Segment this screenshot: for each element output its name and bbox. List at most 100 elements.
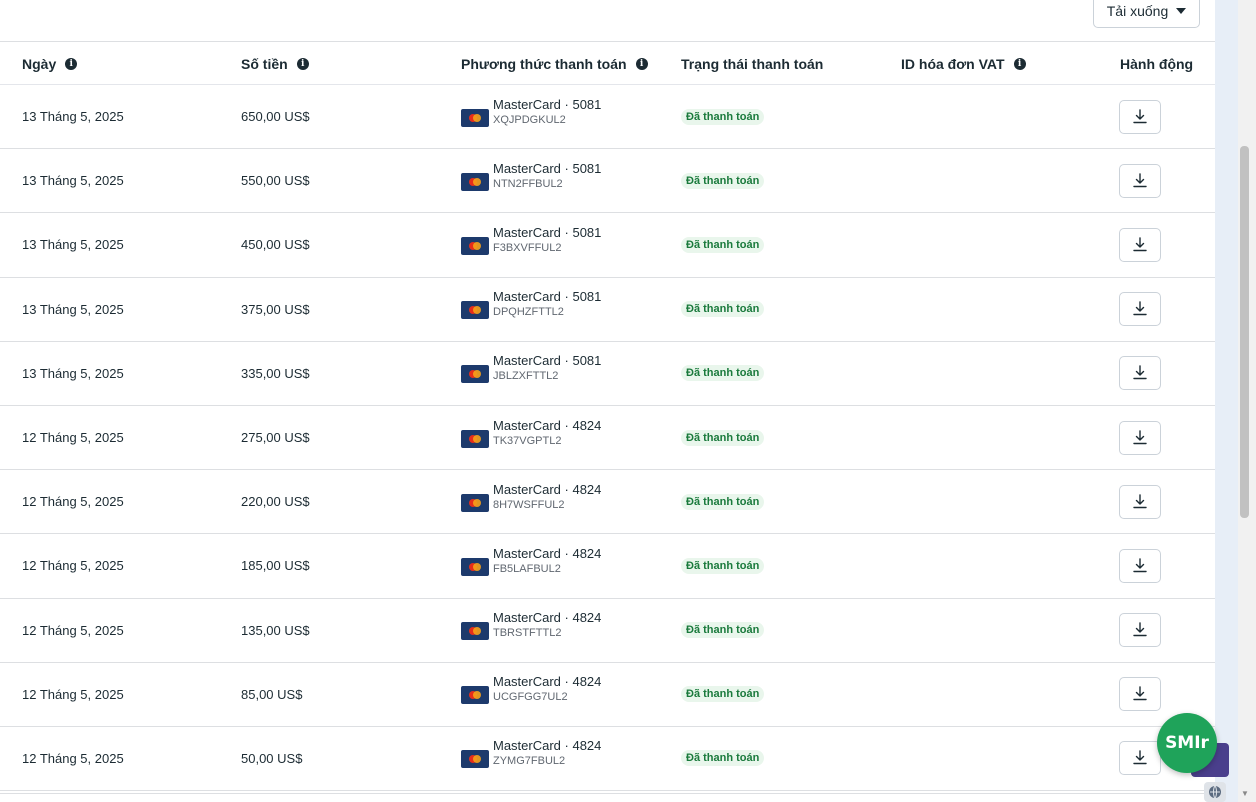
mastercard-icon (461, 493, 489, 512)
status-badge: Đã thanh toán (681, 622, 765, 639)
row-date: 12 Tháng 5, 2025 (22, 750, 124, 766)
card-name: MasterCard · 4824 (493, 738, 602, 754)
payment-text: MasterCard · 5081 XQJPDGKUL2 (493, 97, 601, 127)
row-payment-method: MasterCard · 4824 FB5LAFBUL2 (461, 534, 601, 597)
table-row: 12 Tháng 5, 2025 135,00 US$ MasterCard ·… (0, 599, 1215, 663)
header-amount[interactable]: Số tiền i (241, 43, 309, 85)
transaction-code: FB5LAFBUL2 (493, 562, 561, 575)
transaction-code: UCGFGG7UL2 (493, 691, 568, 704)
row-status: Đã thanh toán (681, 470, 765, 533)
header-payment-method[interactable]: Phương thức thanh toán i (461, 43, 648, 85)
row-date: 12 Tháng 5, 2025 (22, 622, 124, 638)
row-amount: 185,00 US$ (241, 558, 310, 574)
row-status: Đã thanh toán (681, 342, 765, 405)
info-icon[interactable]: i (1013, 58, 1026, 70)
card-name: MasterCard · 5081 (493, 224, 602, 240)
row-payment-method: MasterCard · 5081 XQJPDGKUL2 (461, 85, 601, 148)
table-row: 13 Tháng 5, 2025 550,00 US$ MasterCard ·… (0, 149, 1215, 214)
row-date: 12 Tháng 5, 2025 (22, 494, 124, 510)
transaction-code: DPQHZFTTL2 (493, 306, 564, 319)
table-header: Ngày i Số tiền i Phương thức thanh toán … (0, 43, 1215, 85)
card-name: MasterCard · 4824 (493, 545, 602, 561)
row-amount: 220,00 US$ (241, 494, 310, 510)
row-status: Đã thanh toán (681, 406, 765, 469)
row-date: 12 Tháng 5, 2025 (22, 686, 124, 702)
payment-text: MasterCard · 4824 TBRSTFTTL2 (493, 610, 601, 640)
row-date: 13 Tháng 5, 2025 (22, 301, 124, 317)
row-action (1119, 85, 1161, 148)
download-invoice-button[interactable] (1119, 420, 1161, 455)
row-status: Đã thanh toán (681, 85, 765, 148)
download-invoice-button[interactable] (1119, 677, 1161, 712)
download-invoice-button[interactable] (1119, 741, 1161, 776)
download-invoice-button[interactable] (1119, 548, 1161, 583)
scroll-down-arrow-icon[interactable]: ▼ (1241, 789, 1249, 798)
card-name: MasterCard · 4824 (493, 674, 602, 690)
download-invoice-button[interactable] (1119, 163, 1161, 198)
header-status: Trạng thái thanh toán (681, 43, 823, 85)
row-amount: 335,00 US$ (241, 365, 310, 381)
row-action (1119, 470, 1161, 533)
row-status: Đã thanh toán (681, 534, 765, 597)
row-date: 13 Tháng 5, 2025 (22, 109, 124, 125)
card-name: MasterCard · 4824 (493, 481, 602, 497)
payment-text: MasterCard · 4824 FB5LAFBUL2 (493, 546, 601, 576)
download-icon (1133, 173, 1147, 187)
mastercard-icon (461, 429, 489, 448)
row-action (1119, 149, 1161, 212)
smir-label: SMIr (1165, 733, 1209, 753)
status-badge: Đã thanh toán (681, 750, 765, 767)
table-footer-edge (0, 793, 1215, 802)
row-action (1119, 599, 1161, 662)
download-invoice-button[interactable] (1119, 292, 1161, 327)
status-badge: Đã thanh toán (681, 172, 765, 189)
info-icon[interactable]: i (296, 58, 309, 70)
status-badge: Đã thanh toán (681, 686, 765, 703)
mastercard-icon (461, 750, 489, 769)
download-invoice-button[interactable] (1119, 99, 1161, 134)
download-invoice-button[interactable] (1119, 227, 1161, 262)
status-badge: Đã thanh toán (681, 493, 765, 510)
row-payment-method: MasterCard · 4824 ZYMG7FBUL2 (461, 727, 601, 790)
transaction-code: XQJPDGKUL2 (493, 113, 566, 126)
row-payment-method: MasterCard · 5081 NTN2FFBUL2 (461, 149, 601, 212)
status-badge: Đã thanh toán (681, 365, 765, 382)
download-icon (1133, 301, 1147, 316)
row-action (1119, 727, 1161, 790)
row-status: Đã thanh toán (681, 278, 765, 341)
download-icon (1133, 622, 1147, 637)
row-amount: 650,00 US$ (241, 109, 310, 125)
info-icon[interactable]: i (65, 58, 78, 70)
row-amount: 50,00 US$ (241, 750, 303, 766)
table-row: 12 Tháng 5, 2025 275,00 US$ MasterCard ·… (0, 406, 1215, 471)
transaction-code: TBRSTFTTL2 (493, 627, 562, 640)
row-status: Đã thanh toán (681, 727, 765, 790)
payment-text: MasterCard · 4824 TK37VGPTL2 (493, 418, 601, 448)
mastercard-icon (461, 557, 489, 576)
header-vat-id[interactable]: ID hóa đơn VAT i (901, 43, 1026, 85)
card-name: MasterCard · 5081 (493, 160, 602, 176)
table-body: 13 Tháng 5, 2025 650,00 US$ MasterCard ·… (0, 85, 1215, 792)
download-dropdown-button[interactable]: Tải xuống (1093, 0, 1200, 28)
download-invoice-button[interactable] (1119, 613, 1161, 648)
row-amount: 450,00 US$ (241, 237, 310, 253)
row-payment-method: MasterCard · 5081 DPQHZFTTL2 (461, 278, 601, 341)
row-payment-method: MasterCard · 4824 8H7WSFFUL2 (461, 470, 601, 533)
payment-text: MasterCard · 4824 8H7WSFFUL2 (493, 482, 601, 512)
caret-down-icon (1176, 8, 1187, 14)
download-invoice-button[interactable] (1119, 356, 1161, 391)
status-badge: Đã thanh toán (681, 108, 765, 125)
row-status: Đã thanh toán (681, 213, 765, 276)
table-row: 12 Tháng 5, 2025 85,00 US$ MasterCard · … (0, 663, 1215, 727)
smir-widget-button[interactable]: SMIr (1157, 713, 1217, 773)
header-action-label: Hành động (1120, 56, 1194, 72)
download-invoice-button[interactable] (1119, 484, 1161, 519)
payment-text: MasterCard · 5081 DPQHZFTTL2 (493, 289, 601, 319)
header-vat-id-label: ID hóa đơn VAT (901, 56, 1005, 72)
mastercard-icon (461, 301, 489, 320)
info-icon[interactable]: i (635, 58, 648, 70)
scrollbar-thumb[interactable] (1240, 146, 1249, 518)
header-date[interactable]: Ngày i (22, 43, 78, 85)
mastercard-icon (461, 108, 489, 127)
globe-icon[interactable] (1204, 782, 1226, 802)
